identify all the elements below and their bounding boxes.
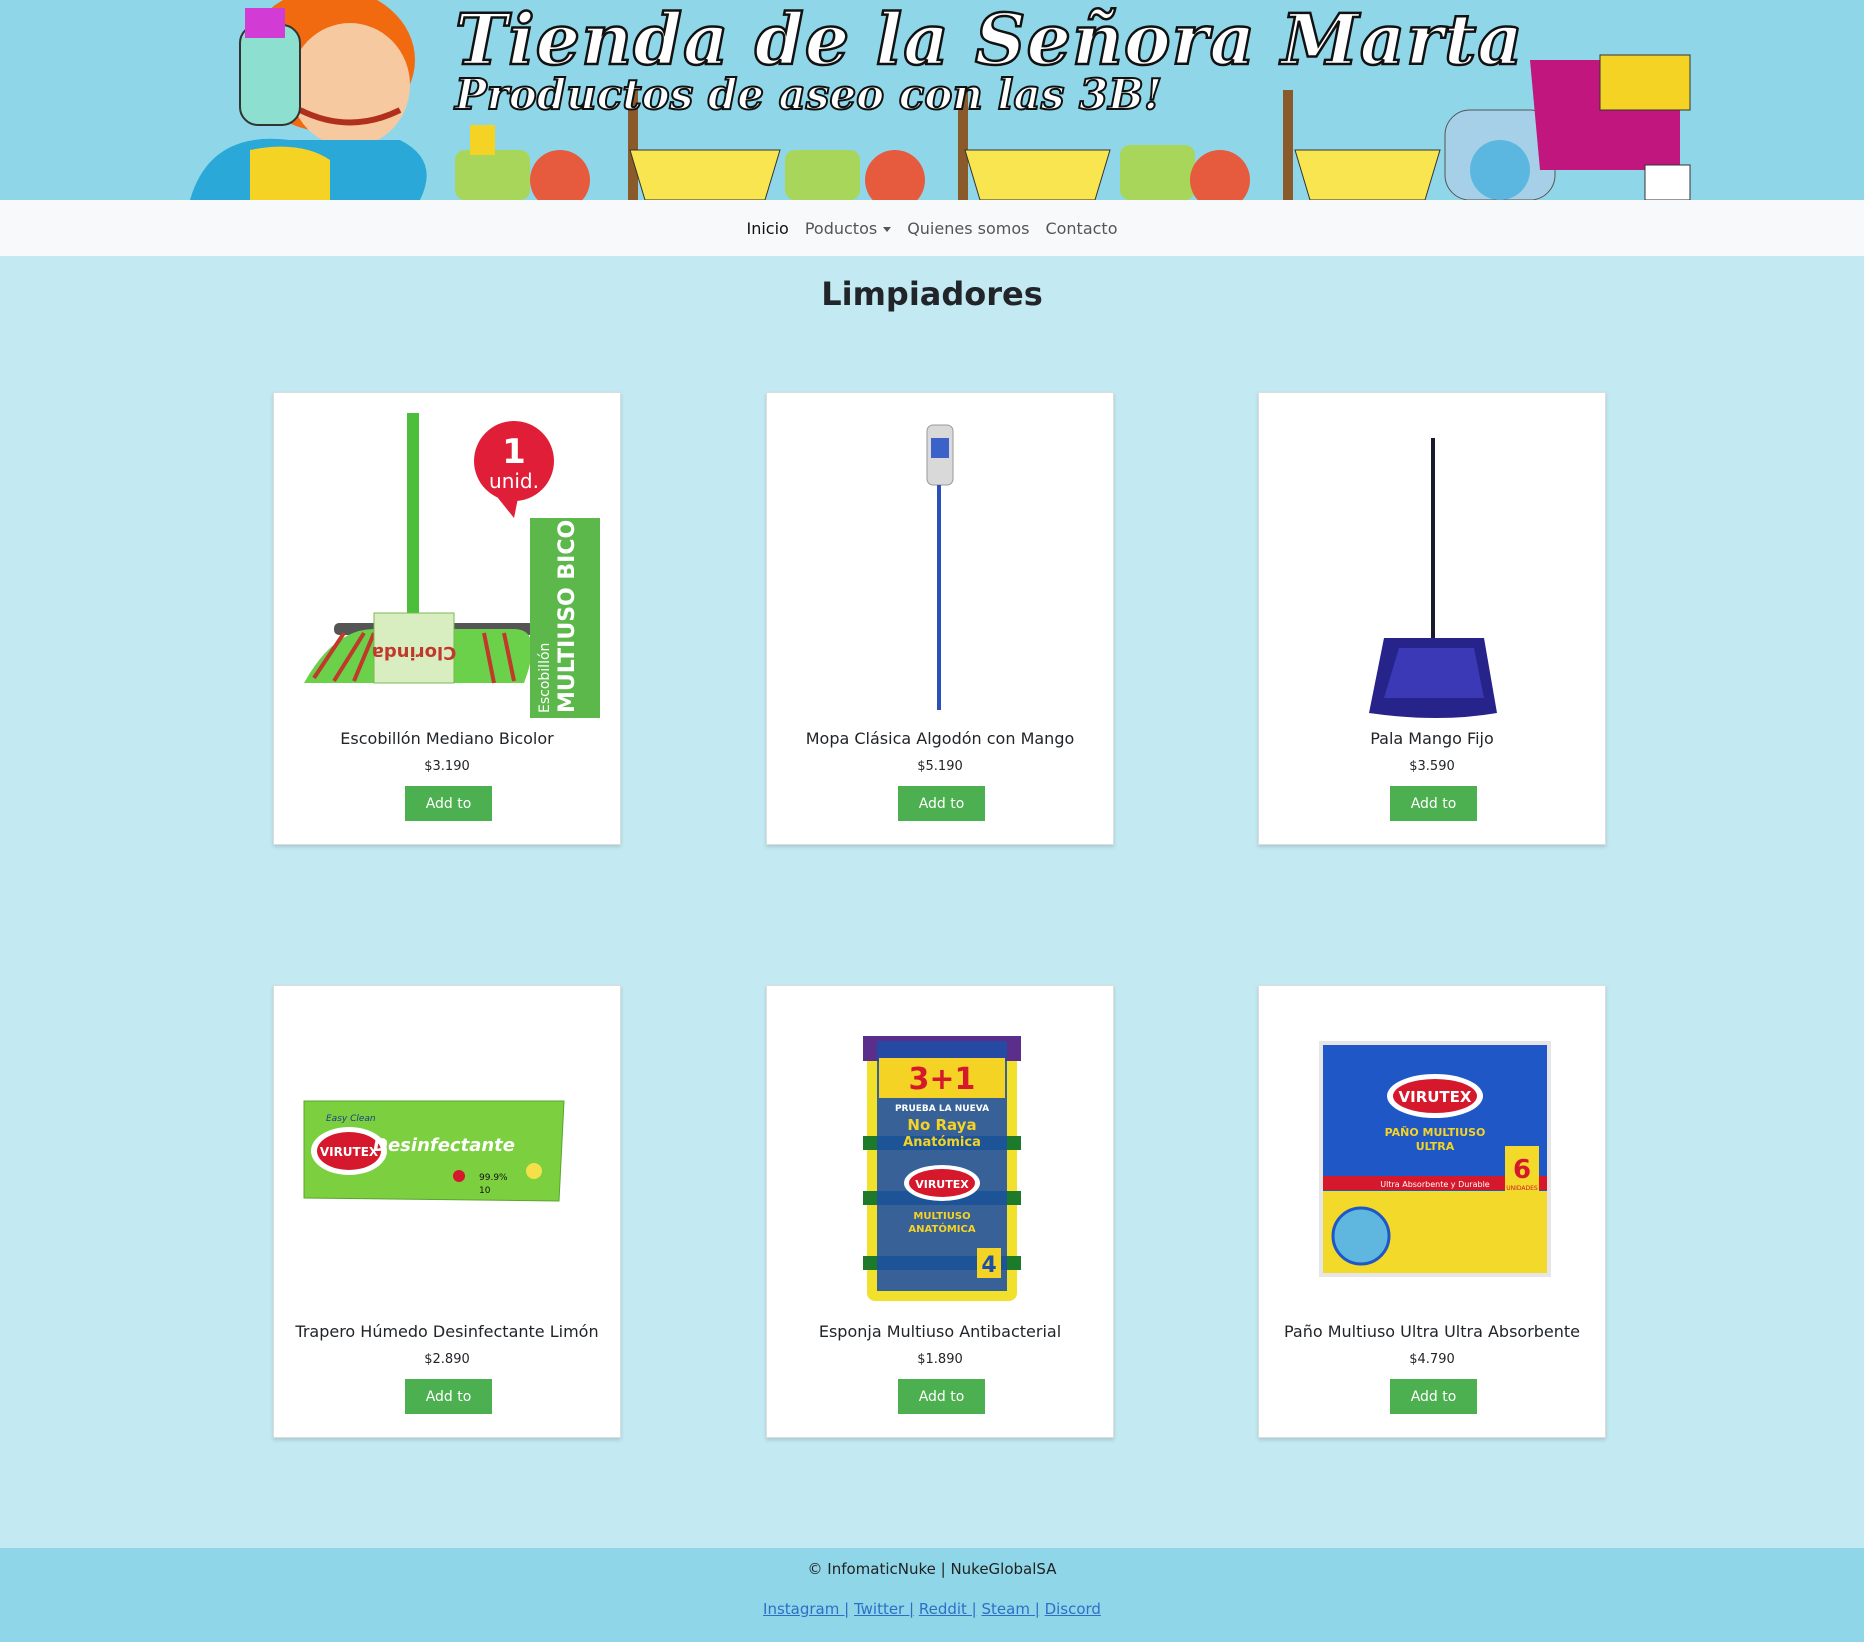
svg-text:ULTRA: ULTRA: [1416, 1140, 1455, 1153]
add-to-cart-button[interactable]: Add to Cart: [405, 786, 492, 847]
svg-text:1: 1: [502, 432, 526, 472]
main-navbar: Inicio Poductos Quienes somos Contacto: [0, 200, 1864, 256]
product-name: Mopa Clásica Algodón con Mango: [805, 729, 1075, 748]
product-price: $1.890: [917, 1352, 963, 1367]
link-instagram[interactable]: Instagram |: [763, 1600, 849, 1618]
product-image-sponge: 3+1 PRUEBA LA NUEVA No Raya Anatómica VI…: [863, 1036, 1021, 1301]
add-to-cart-button[interactable]: Add to Cart: [1390, 1379, 1477, 1440]
svg-text:VIRUTEX: VIRUTEX: [1399, 1088, 1472, 1106]
banner-title: Tienda de la Señora Marta: [454, 0, 1524, 82]
product-image-mop: [926, 424, 954, 710]
product-price: $2.890: [424, 1352, 470, 1367]
product-card: Mopa Clásica Algodón con Mango $5.190 Ad…: [766, 392, 1114, 847]
add-to-cart-button[interactable]: Add to Cart: [1390, 786, 1477, 847]
nav-quienes-somos[interactable]: Quienes somos: [899, 219, 1037, 238]
product-price: $5.190: [917, 759, 963, 774]
svg-text:99.9%: 99.9%: [479, 1173, 508, 1183]
product-name: Pala Mango Fijo: [1370, 729, 1494, 748]
product-price: $3.590: [1409, 759, 1455, 774]
link-discord[interactable]: Discord: [1045, 1600, 1101, 1618]
add-to-cart-button[interactable]: Add to Cart: [898, 1379, 985, 1440]
product-image-broom: Clorinda 1 unid. MULTIUSO BICOLOR Escobi…: [304, 413, 600, 718]
nav-inicio[interactable]: Inicio: [738, 219, 796, 238]
nav-productos-label: Poductos: [804, 218, 878, 238]
product-name: Escobillón Mediano Bicolor: [340, 729, 554, 748]
svg-text:PAÑO MULTIUSO: PAÑO MULTIUSO: [1385, 1126, 1486, 1139]
link-reddit[interactable]: Reddit |: [919, 1600, 977, 1618]
add-to-cart-button[interactable]: Add to Cart: [898, 786, 985, 847]
product-image-dustpan: [1369, 438, 1497, 718]
svg-text:ANATÓMICA: ANATÓMICA: [908, 1222, 975, 1235]
product-card: Clorinda 1 unid. MULTIUSO BICOLOR Escobi…: [273, 392, 621, 847]
product-name: Esponja Multiuso Antibacterial: [818, 1322, 1062, 1341]
product-name: Paño Multiuso Ultra Ultra Absorbente: [1283, 1322, 1581, 1341]
svg-text:VIRUTEX: VIRUTEX: [320, 1145, 379, 1159]
svg-text:Clorinda: Clorinda: [372, 642, 457, 663]
svg-text:3+1: 3+1: [909, 1062, 976, 1097]
page-title: Limpiadores: [821, 275, 1043, 313]
product-name: Trapero Húmedo Desinfectante Limón: [295, 1322, 599, 1341]
product-card: VIRUTEX Easy Clean Desinfectante 99.9% 1…: [273, 985, 621, 1440]
header-banner: Tienda de la Señora Marta Productos de a…: [0, 0, 1864, 200]
add-to-cart-button[interactable]: Add to Cart: [405, 1379, 492, 1440]
svg-text:MULTIUSO BICOLOR: MULTIUSO BICOLOR: [555, 471, 580, 713]
svg-text:Easy Clean: Easy Clean: [326, 1114, 376, 1124]
nav-contacto[interactable]: Contacto: [1037, 219, 1125, 238]
link-steam[interactable]: Steam |: [982, 1600, 1040, 1618]
product-image-wet-wipes: VIRUTEX Easy Clean Desinfectante 99.9% 1…: [303, 1100, 565, 1202]
product-card: Pala Mango Fijo $3.590 Add to Cart: [1258, 392, 1606, 847]
svg-text:6: 6: [1513, 1155, 1531, 1185]
svg-text:No Raya: No Raya: [907, 1116, 976, 1134]
svg-text:PRUEBA LA NUEVA: PRUEBA LA NUEVA: [895, 1104, 989, 1114]
svg-text:10: 10: [479, 1186, 491, 1196]
banner-subtitle: Productos de aseo con las 3B!: [454, 69, 1163, 120]
product-card: VIRUTEX PAÑO MULTIUSO ULTRA Ultra Absorb…: [1258, 985, 1606, 1440]
product-price: $3.190: [424, 759, 470, 774]
footer-copyright: © InfomaticNuke | NukeGlobalSA: [807, 1560, 1057, 1578]
svg-text:Escobillón: Escobillón: [537, 643, 553, 713]
svg-text:Anatómica: Anatómica: [903, 1135, 981, 1150]
product-image-cloth: VIRUTEX PAÑO MULTIUSO ULTRA Ultra Absorb…: [1319, 1041, 1551, 1277]
product-card: 3+1 PRUEBA LA NUEVA No Raya Anatómica VI…: [766, 985, 1114, 1440]
footer: © InfomaticNuke | NukeGlobalSA Instagram…: [0, 1548, 1864, 1642]
svg-text:4: 4: [981, 1253, 996, 1278]
caret-down-icon: [883, 226, 892, 232]
svg-text:Ultra Absorbente y Durable: Ultra Absorbente y Durable: [1380, 1180, 1490, 1189]
svg-text:unid.: unid.: [489, 469, 539, 493]
footer-social-links: Instagram | Twitter | Reddit | Steam | D…: [0, 1600, 1864, 1618]
nav-productos-dropdown[interactable]: Poductos: [797, 219, 899, 238]
svg-text:Desinfectante: Desinfectante: [373, 1135, 515, 1156]
link-twitter[interactable]: Twitter |: [854, 1600, 914, 1618]
product-price: $4.790: [1409, 1352, 1455, 1367]
svg-text:MULTIUSO: MULTIUSO: [913, 1211, 970, 1222]
svg-text:UNIDADES: UNIDADES: [1506, 1185, 1538, 1192]
svg-text:VIRUTEX: VIRUTEX: [915, 1178, 969, 1191]
